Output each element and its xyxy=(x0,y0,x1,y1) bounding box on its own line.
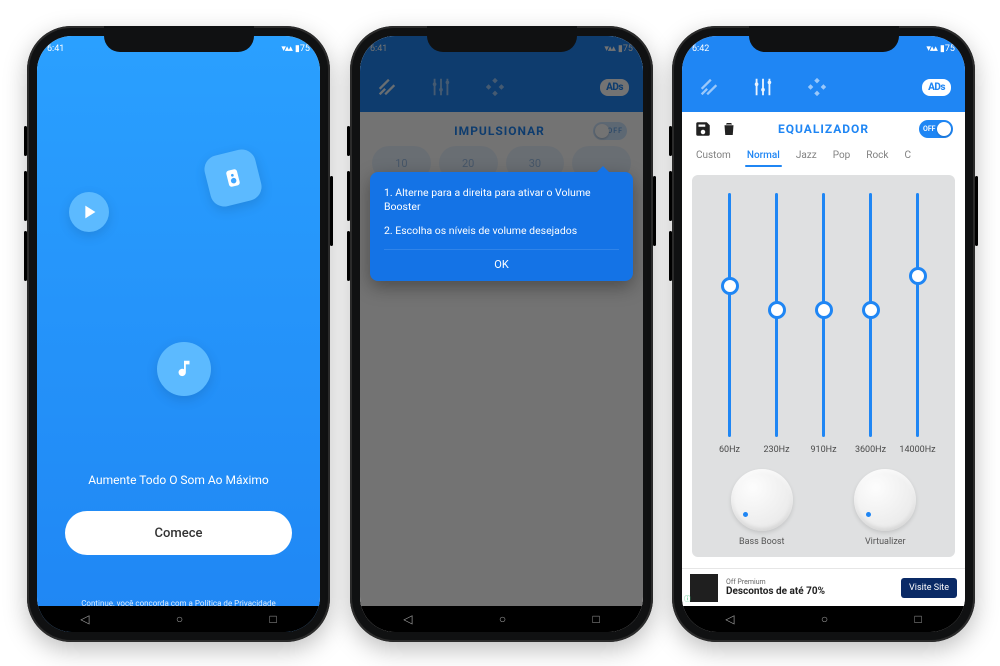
eq-band: 910Hz xyxy=(800,193,847,455)
dim-overlay xyxy=(360,36,643,632)
save-icon[interactable] xyxy=(694,120,712,138)
android-nav-bar: ◁ ○ □ xyxy=(682,606,965,632)
eq-band: 14000Hz xyxy=(894,193,941,455)
preset-tab[interactable]: C xyxy=(898,144,917,169)
equalizer-toggle[interactable]: OFF xyxy=(919,120,953,138)
tooltip-line2: 2. Escolha os níveis de volume desejados xyxy=(384,224,619,238)
ads-badge[interactable]: ADs xyxy=(922,79,951,96)
preset-tab[interactable]: Pop xyxy=(827,144,857,169)
preset-tab[interactable]: Jazz xyxy=(790,144,823,169)
start-button[interactable]: Comece xyxy=(65,511,292,555)
eq-slider[interactable] xyxy=(775,193,778,437)
preset-tabs: CustomNormalJazzPopRockC xyxy=(682,144,965,169)
virtualizer-knob[interactable] xyxy=(854,469,916,531)
eq-band: 3600Hz xyxy=(847,193,894,455)
android-nav-bar: ◁ ○ □ xyxy=(360,606,643,632)
equalizer-title: EQUALIZADOR xyxy=(736,122,911,136)
onboarding-screen: 6:41 ▾▴▴▮75 Aumente Todo O Som Ao Máximo… xyxy=(37,36,320,632)
eq-slider-thumb[interactable] xyxy=(721,277,739,295)
virtualizer-label: Virtualizer xyxy=(854,537,916,547)
bass-boost-label: Bass Boost xyxy=(731,537,793,547)
eq-slider[interactable] xyxy=(916,193,919,437)
eq-slider[interactable] xyxy=(822,193,825,437)
ad-thumbnail xyxy=(690,574,718,602)
ad-subtitle: Off Premium xyxy=(726,578,893,586)
banner-ad[interactable]: ⓘ Off Premium Descontos de até 70% Visit… xyxy=(682,568,965,606)
nav-back-icon[interactable]: ◁ xyxy=(80,613,89,625)
equalizer-panel: 60Hz 230Hz 910Hz 3600Hz 14000Hz Bass Boost V… xyxy=(692,175,955,557)
ad-cta-button[interactable]: Visite Site xyxy=(901,578,957,598)
preset-tab[interactable]: Normal xyxy=(741,144,786,169)
equalizer-tab-icon[interactable] xyxy=(750,74,776,100)
nav-home-icon[interactable]: ○ xyxy=(176,613,183,625)
battery-icon: ▮75 xyxy=(295,44,310,54)
nav-recent-icon[interactable]: □ xyxy=(915,613,922,625)
eq-slider[interactable] xyxy=(728,193,731,437)
eq-slider[interactable] xyxy=(869,193,872,437)
eq-band-freq: 910Hz xyxy=(810,445,836,455)
nav-back-icon[interactable]: ◁ xyxy=(725,613,734,625)
status-time: 6:42 xyxy=(692,44,709,54)
eq-band-freq: 14000Hz xyxy=(899,445,935,455)
bass-boost-knob[interactable] xyxy=(731,469,793,531)
eq-band: 230Hz xyxy=(753,193,800,455)
eq-band-freq: 60Hz xyxy=(719,445,740,455)
nav-back-icon[interactable]: ◁ xyxy=(403,613,412,625)
play-icon xyxy=(69,192,109,232)
speaker-icon xyxy=(201,146,264,209)
status-time: 6:41 xyxy=(47,44,64,54)
eq-band-freq: 3600Hz xyxy=(855,445,886,455)
top-tab-bar: ADs xyxy=(682,62,965,112)
tooltip-ok-button[interactable]: OK xyxy=(384,249,619,271)
music-note-icon xyxy=(157,342,211,396)
phone-frame-2: 6:41 ▾▴▴▮75 ADs IMPULSIONAR OFF xyxy=(350,26,653,642)
android-nav-bar: ◁ ○ □ xyxy=(37,606,320,632)
eq-band-freq: 230Hz xyxy=(763,445,789,455)
nav-home-icon[interactable]: ○ xyxy=(499,613,506,625)
onboarding-tagline: Aumente Todo O Som Ao Máximo xyxy=(37,473,320,487)
nav-recent-icon[interactable]: □ xyxy=(593,613,600,625)
onboarding-tooltip: 1. Alterne para a direita para ativar o … xyxy=(370,172,633,281)
booster-screen: 6:41 ▾▴▴▮75 ADs IMPULSIONAR OFF xyxy=(360,36,643,632)
phone-frame-3: 6:42 ▾▴▴▮75 ADs EQUALIZADOR xyxy=(672,26,975,642)
tooltip-line1: 1. Alterne para a direita para ativar o … xyxy=(384,186,619,214)
preset-tab[interactable]: Rock xyxy=(860,144,894,169)
nav-recent-icon[interactable]: □ xyxy=(270,613,277,625)
eq-slider-thumb[interactable] xyxy=(768,301,786,319)
nav-home-icon[interactable]: ○ xyxy=(821,613,828,625)
edge-tab-icon[interactable] xyxy=(804,74,830,100)
ad-marker-icon: ⓘ xyxy=(684,594,691,604)
eq-slider-thumb[interactable] xyxy=(862,301,880,319)
eq-band: 60Hz xyxy=(706,193,753,455)
boost-tab-icon[interactable] xyxy=(696,74,722,100)
signal-icon: ▾▴▴ xyxy=(281,44,292,54)
preset-tab[interactable]: Custom xyxy=(690,144,737,169)
ad-title: Descontos de até 70% xyxy=(726,586,893,598)
phone-frame-1: 6:41 ▾▴▴▮75 Aumente Todo O Som Ao Máximo… xyxy=(27,26,330,642)
eq-slider-thumb[interactable] xyxy=(909,267,927,285)
eq-slider-thumb[interactable] xyxy=(815,301,833,319)
